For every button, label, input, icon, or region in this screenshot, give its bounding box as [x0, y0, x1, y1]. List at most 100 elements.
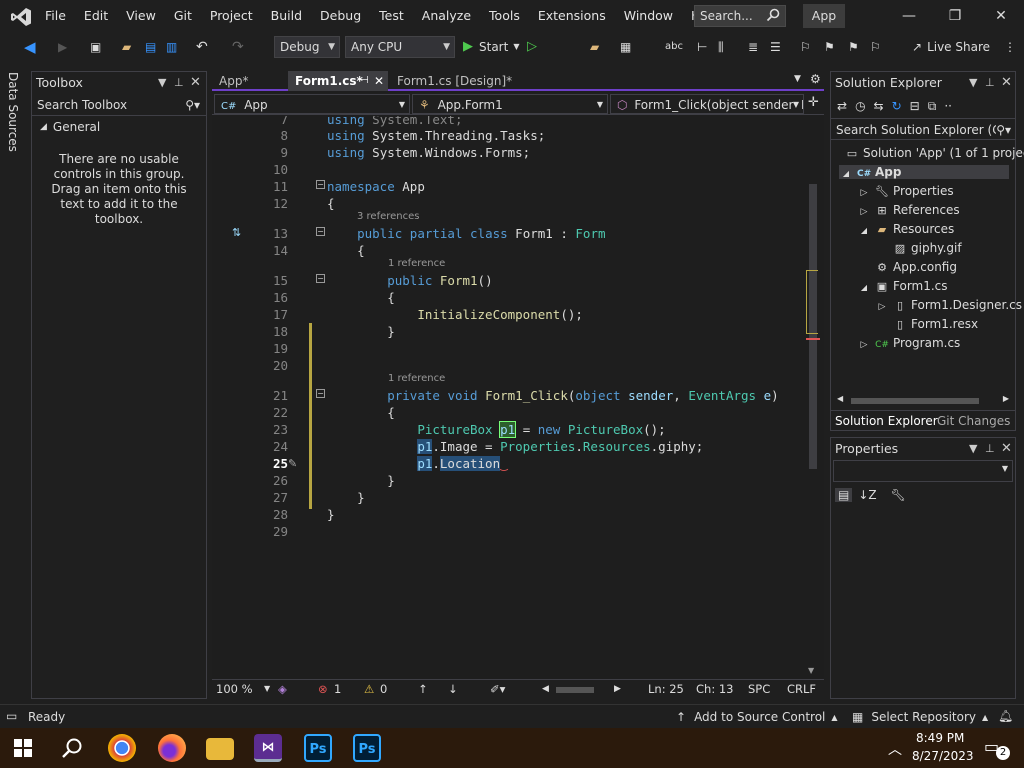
tab-form1-design[interactable]: Form1.cs [Design]* [390, 71, 540, 91]
windows-start-icon[interactable] [14, 739, 32, 757]
back-icon[interactable]: ◀ [24, 37, 36, 57]
firefox-icon[interactable] [158, 734, 186, 762]
menu-extensions[interactable]: Extensions [529, 0, 615, 32]
next-issue-icon[interactable]: ↓ [448, 682, 458, 696]
object-selector[interactable]: ▼ [833, 460, 1013, 482]
vertical-scrollbar[interactable]: ▼ [806, 116, 820, 679]
configuration-select[interactable]: Debug ▼ [274, 36, 340, 58]
tab-list-dropdown-icon[interactable]: ▼ [794, 74, 801, 84]
tree-item-references[interactable]: ▷ ⊞ References [857, 203, 960, 217]
method-references-codelens[interactable]: 1 reference [388, 373, 445, 384]
code-line[interactable]: public partial class Form1 : Form [327, 226, 605, 241]
toolbox-search-input[interactable]: Search Toolbox ⚲▾ [32, 94, 206, 116]
more-icon[interactable]: ·· [944, 99, 952, 113]
member-dropdown[interactable]: ⬡ Form1_Click(object sender, Ev ▼ [610, 94, 804, 114]
panel-menu-icon[interactable]: ▼ [158, 72, 166, 94]
sync-icon[interactable]: ⇄ [837, 99, 847, 113]
close-icon[interactable]: ✕ [1001, 438, 1012, 460]
clock-date[interactable]: 8/27/2023 [912, 749, 974, 763]
visual-studio-taskbar-icon[interactable]: ⋈ [254, 734, 282, 762]
platform-select[interactable]: Any CPU ▼ [345, 36, 455, 58]
tree-item-app-config[interactable]: ⚙ App.config [875, 260, 957, 274]
pin-icon[interactable]: ⊥ [174, 72, 184, 94]
tree-item-properties[interactable]: ▷ 🔧︎ Properties [857, 184, 954, 198]
close-icon[interactable]: ✕ [1001, 72, 1012, 94]
bookmark-icon[interactable]: ⚐ [800, 37, 811, 57]
prev-bookmark-icon[interactable]: ⚑ [824, 37, 835, 57]
collapse-method-icon[interactable]: − [316, 389, 325, 398]
scroll-left-icon[interactable]: ◀ [837, 394, 843, 403]
type-dropdown[interactable]: ⚘ App.Form1 ▼ [412, 94, 608, 114]
error-icon[interactable]: ⊗ [318, 682, 328, 696]
file-explorer-icon[interactable] [206, 738, 234, 760]
line-ending[interactable]: CRLF [787, 682, 816, 696]
previous-issue-icon[interactable]: ↑ [418, 682, 428, 696]
code-line[interactable]: p1.Location‿ [327, 456, 508, 471]
redo-icon[interactable]: ↷ [232, 37, 244, 57]
code-line[interactable]: PictureBox p1 = new PictureBox(); [327, 421, 666, 438]
photoshop-icon-2[interactable]: Ps [353, 734, 381, 762]
global-search-input[interactable]: Search... [694, 5, 786, 27]
chrome-icon[interactable] [108, 734, 136, 762]
code-line[interactable]: { [327, 196, 335, 211]
menu-git[interactable]: Git [165, 0, 201, 32]
code-line[interactable]: } [327, 473, 395, 488]
solution-folder-icon[interactable]: ▰ [590, 37, 599, 57]
code-line[interactable]: using System.Threading.Tasks; [327, 128, 545, 143]
pin-tab-icon[interactable]: ⊣ [360, 71, 369, 91]
more-icon[interactable]: ⋮ [1004, 37, 1016, 57]
code-line[interactable]: p1.Image = Properties.Resources.giphy; [327, 439, 703, 454]
menu-window[interactable]: Window [615, 0, 682, 32]
tab-app[interactable]: App* [212, 71, 284, 91]
alphabetical-icon[interactable]: ↓Z [858, 488, 876, 502]
start-debugging-button[interactable]: ▶ Start ▼ [463, 37, 519, 57]
edit-pencil-icon[interactable]: ✎ [288, 457, 297, 470]
layout-icon[interactable]: ▦ [620, 37, 631, 57]
tab-form1-cs[interactable]: Form1.cs* ⊣ ✕ [288, 71, 388, 91]
code-line[interactable]: { [327, 290, 395, 305]
code-line[interactable]: private void Form1_Click(object sender, … [327, 388, 778, 403]
save-all-icon[interactable]: ▥ [166, 37, 177, 57]
horizontal-scrollbar-thumb[interactable] [556, 687, 594, 693]
scroll-right-icon[interactable]: ▶ [1003, 394, 1009, 403]
pin-icon[interactable]: ⊥ [985, 72, 995, 94]
code-line[interactable]: using System.Windows.Forms; [327, 145, 530, 160]
solution-horizontal-scrollbar[interactable]: ◀ ▶ [837, 394, 1009, 406]
scroll-down-icon[interactable]: ▼ [808, 666, 814, 675]
constructor-references-codelens[interactable]: 1 reference [388, 258, 445, 269]
code-line[interactable]: { [327, 243, 365, 258]
solution-search-input[interactable]: Search Solution Explorer (Ct ⚲▾ [831, 118, 1015, 140]
data-sources-tab[interactable]: Data Sources [0, 70, 26, 152]
tree-item-program-cs[interactable]: ▷ C# Program.cs [857, 336, 961, 350]
whitespace-mode[interactable]: SPC [748, 682, 770, 696]
panel-menu-icon[interactable]: ▼ [969, 438, 977, 460]
collapse-namespace-icon[interactable]: − [316, 180, 325, 189]
warning-icon[interactable]: ⚠ [364, 682, 374, 696]
menu-test[interactable]: Test [370, 0, 413, 32]
tree-item-form1-resx[interactable]: ▯ Form1.resx [893, 317, 978, 331]
split-editor-icon[interactable]: ✛ [808, 95, 819, 110]
show-hidden-icons-icon[interactable]: ︿ [888, 739, 902, 759]
zoom-level[interactable]: 100 % [216, 682, 253, 696]
forward-icon[interactable]: ▶ [58, 37, 67, 57]
switch-views-icon[interactable]: ⇆ [874, 99, 884, 113]
menu-project[interactable]: Project [201, 0, 262, 32]
tree-item-app[interactable]: ◢ C# App [839, 165, 1009, 179]
align-icon[interactable]: ⊢ [697, 37, 707, 57]
outdent-icon[interactable]: ≣ [748, 37, 758, 57]
scrollbar-thumb[interactable] [851, 398, 979, 404]
menu-file[interactable]: File [36, 0, 75, 32]
intellicode-icon[interactable]: ◈ [278, 682, 287, 696]
tree-item-form1-cs[interactable]: ◢ ▣ Form1.cs [857, 279, 948, 293]
add-to-source-control-button[interactable]: ↑ Add to Source Control ▲ [676, 710, 838, 724]
clock-time[interactable]: 8:49 PM [916, 731, 964, 745]
collapse-all-icon[interactable]: ⊟ [910, 99, 920, 113]
menu-build[interactable]: Build [262, 0, 311, 32]
menu-tools[interactable]: Tools [480, 0, 529, 32]
error-count[interactable]: 1 [334, 682, 341, 696]
code-line[interactable]: namespace App [327, 179, 425, 194]
code-line[interactable]: } [327, 507, 335, 522]
warning-count[interactable]: 0 [380, 682, 387, 696]
new-project-icon[interactable]: ▣ [90, 37, 101, 57]
visual-studio-logo-icon[interactable] [10, 7, 32, 27]
